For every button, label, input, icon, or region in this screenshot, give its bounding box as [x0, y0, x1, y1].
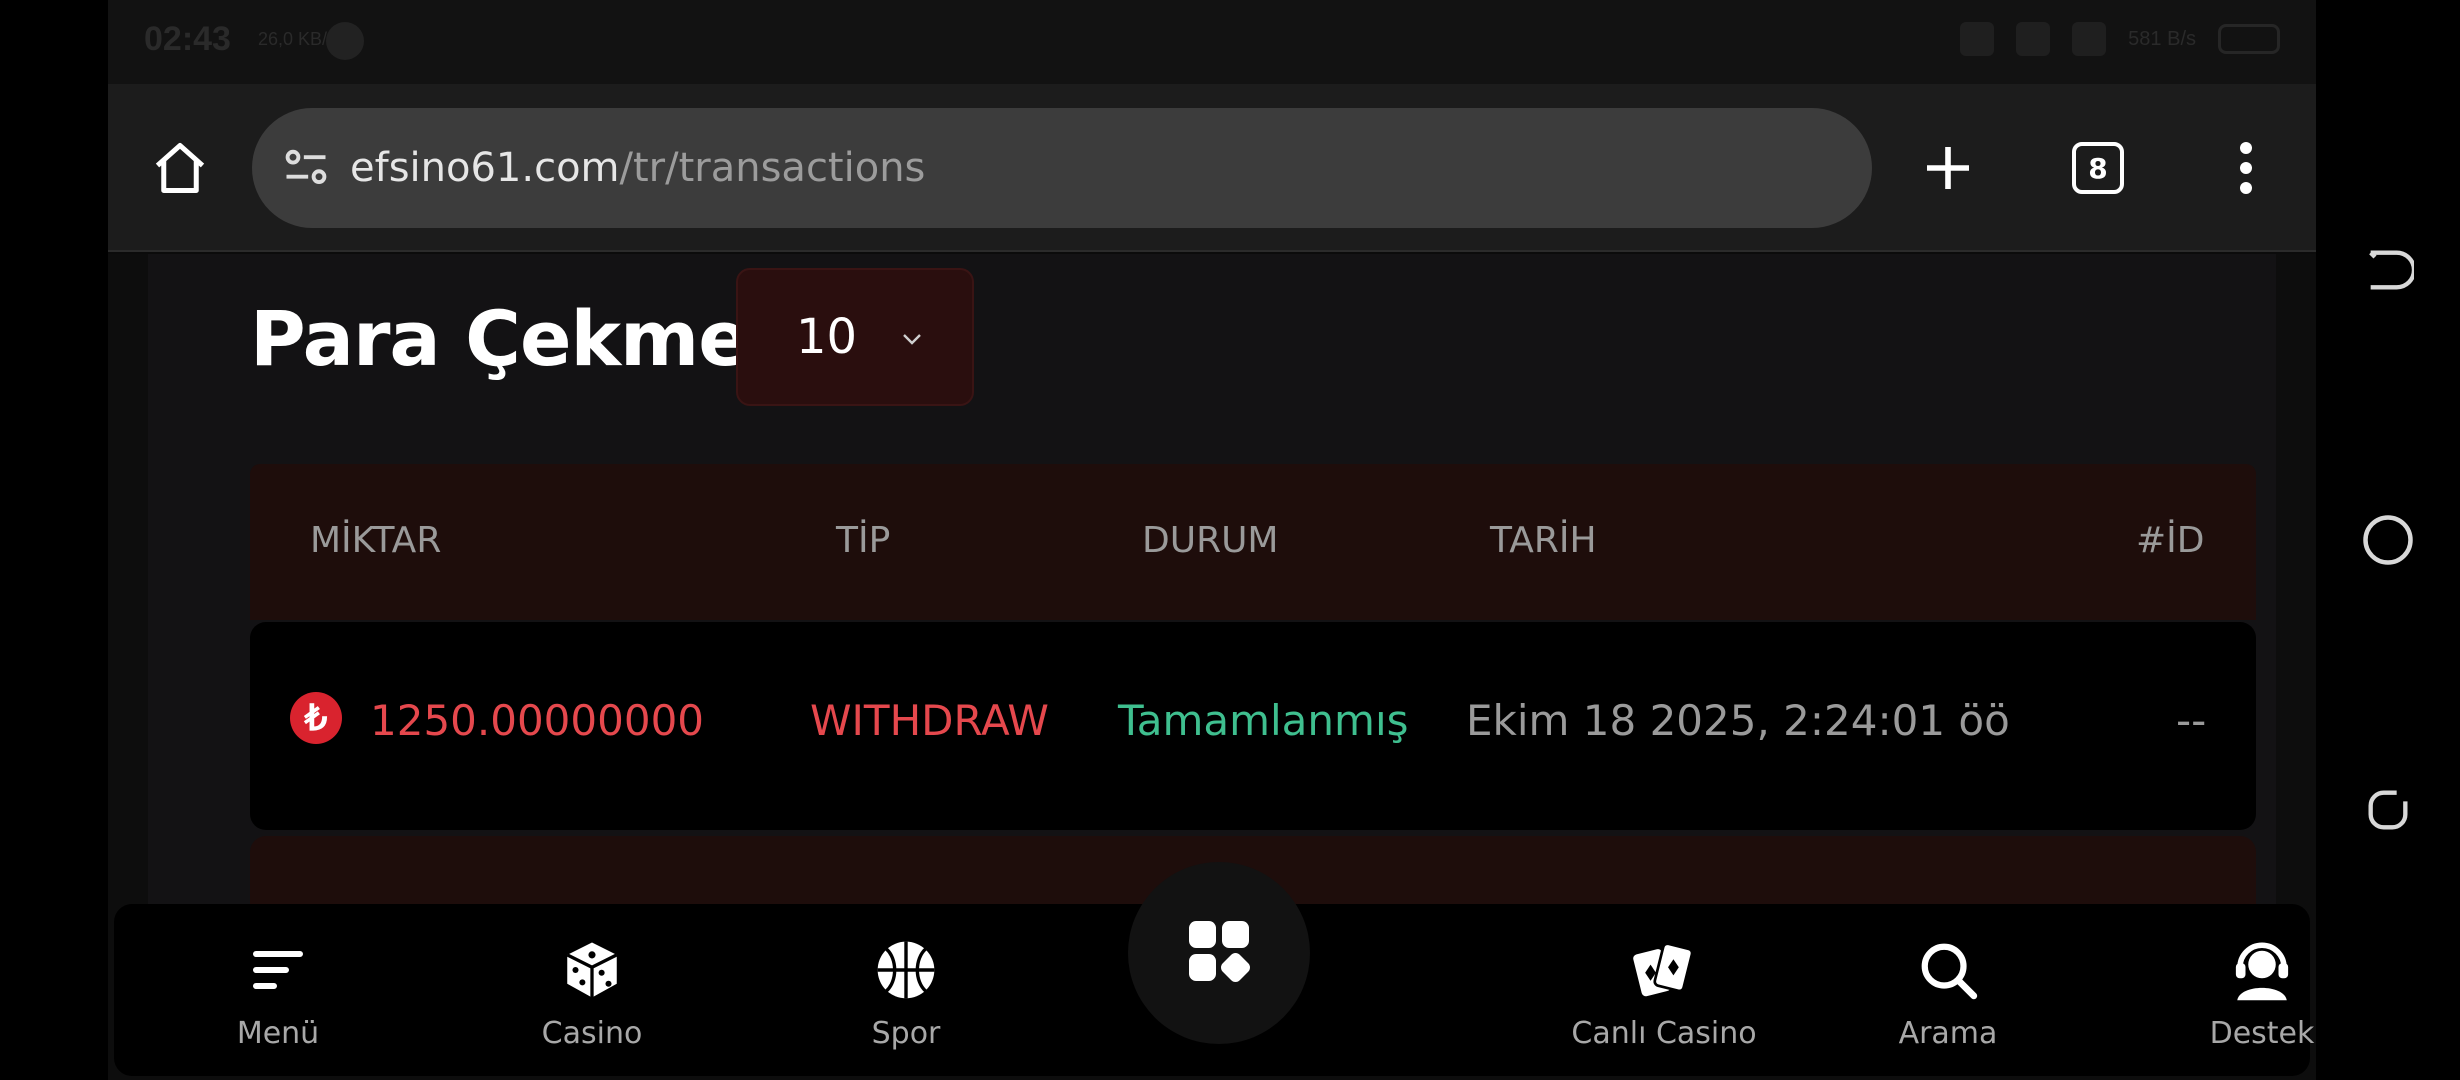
status-bar: 02:43 26,0 KB/S 581 B/s: [108, 0, 2316, 84]
battery-icon: [2218, 24, 2280, 54]
browser-toolbar: efsino61.com/tr/transactions 8: [108, 84, 2316, 252]
system-navigation: [2316, 0, 2460, 1080]
plus-icon[interactable]: [1916, 136, 1980, 200]
cards-icon: [1624, 930, 1704, 1010]
page-title: Para Çekme: [250, 294, 750, 383]
status-icons: 581 B/s: [1960, 22, 2280, 56]
nav-sport[interactable]: Spor: [806, 904, 1006, 1076]
bottom-navigation: Menü Casino Spor Canlı Casino Arama Dest…: [114, 862, 2314, 1076]
column-header-date: TARİH: [1490, 520, 1597, 561]
back-icon[interactable]: [2360, 242, 2416, 298]
row-date: Ekim 18 2025, 2:24:01 öö: [1466, 696, 2010, 745]
site-settings-icon[interactable]: [278, 140, 334, 196]
signal-icon: [2072, 22, 2107, 56]
mute-icon: [1960, 22, 1995, 56]
url-domain: efsino61.com: [350, 145, 620, 191]
page-size-select[interactable]: 10: [736, 268, 974, 406]
apps-grid-icon: [1183, 915, 1255, 992]
more-vert-icon[interactable]: [2214, 136, 2278, 200]
recents-icon[interactable]: [2360, 782, 2416, 838]
basketball-icon: [866, 930, 946, 1010]
web-content: Para Çekme 10 MİKTAR TİP DURUM TARİH #İD…: [108, 254, 2316, 1080]
nav-search[interactable]: Arama: [1848, 904, 2048, 1076]
nav-label: Casino: [541, 1016, 643, 1051]
column-header-type: TİP: [836, 520, 891, 561]
column-header-status: DURUM: [1142, 520, 1279, 561]
home-circle-icon[interactable]: [2360, 512, 2416, 568]
chevron-down-icon: [901, 322, 923, 353]
headset-icon: [2222, 930, 2302, 1010]
nav-label: Arama: [1898, 1016, 1998, 1051]
nav-casino[interactable]: Casino: [492, 904, 692, 1076]
nav-center-button[interactable]: [1128, 862, 1310, 1044]
nav-menu[interactable]: Menü: [178, 904, 378, 1076]
menu-icon: [238, 930, 318, 1010]
table-row[interactable]: ₺ 1250.00000000 WITHDRAW Tamamlanmış Eki…: [250, 622, 2256, 830]
url-bar[interactable]: efsino61.com/tr/transactions: [252, 108, 1872, 228]
nav-live-casino[interactable]: Canlı Casino: [1534, 904, 1794, 1076]
row-amount: 1250.00000000: [370, 696, 705, 745]
column-header-id: #İD: [2136, 520, 2205, 561]
tab-count: 8: [2072, 142, 2124, 194]
nav-label: Spor: [871, 1016, 941, 1051]
tab-switcher-button[interactable]: 8: [2066, 136, 2130, 200]
dice-icon: [552, 930, 632, 1010]
url-path: /tr/transactions: [619, 145, 926, 191]
page-size-value: 10: [796, 309, 858, 365]
nav-support[interactable]: Destek: [2162, 904, 2316, 1076]
column-header-amount: MİKTAR: [310, 520, 442, 561]
pinterest-icon: [326, 22, 364, 60]
row-status: Tamamlanmış: [1118, 696, 1409, 745]
phone-screen: 02:43 26,0 KB/S 581 B/s efsino61.com/tr/…: [108, 0, 2316, 1080]
search-icon: [1908, 930, 1988, 1010]
nav-label: Canlı Casino: [1571, 1016, 1757, 1051]
data-speed: 581 B/s: [2128, 27, 2196, 50]
status-time: 02:43: [144, 20, 231, 58]
row-type: WITHDRAW: [810, 696, 1049, 745]
home-icon[interactable]: [148, 136, 212, 200]
volte-icon: [2016, 22, 2051, 56]
transactions-panel: Para Çekme 10 MİKTAR TİP DURUM TARİH #İD…: [148, 254, 2276, 976]
nav-label: Menü: [236, 1016, 320, 1051]
lira-icon: ₺: [290, 692, 342, 744]
table-header: MİKTAR TİP DURUM TARİH #İD: [250, 464, 2256, 620]
nav-label: Destek: [2209, 1016, 2315, 1051]
row-id: --: [2176, 696, 2207, 745]
url-text[interactable]: efsino61.com/tr/transactions: [350, 145, 925, 191]
